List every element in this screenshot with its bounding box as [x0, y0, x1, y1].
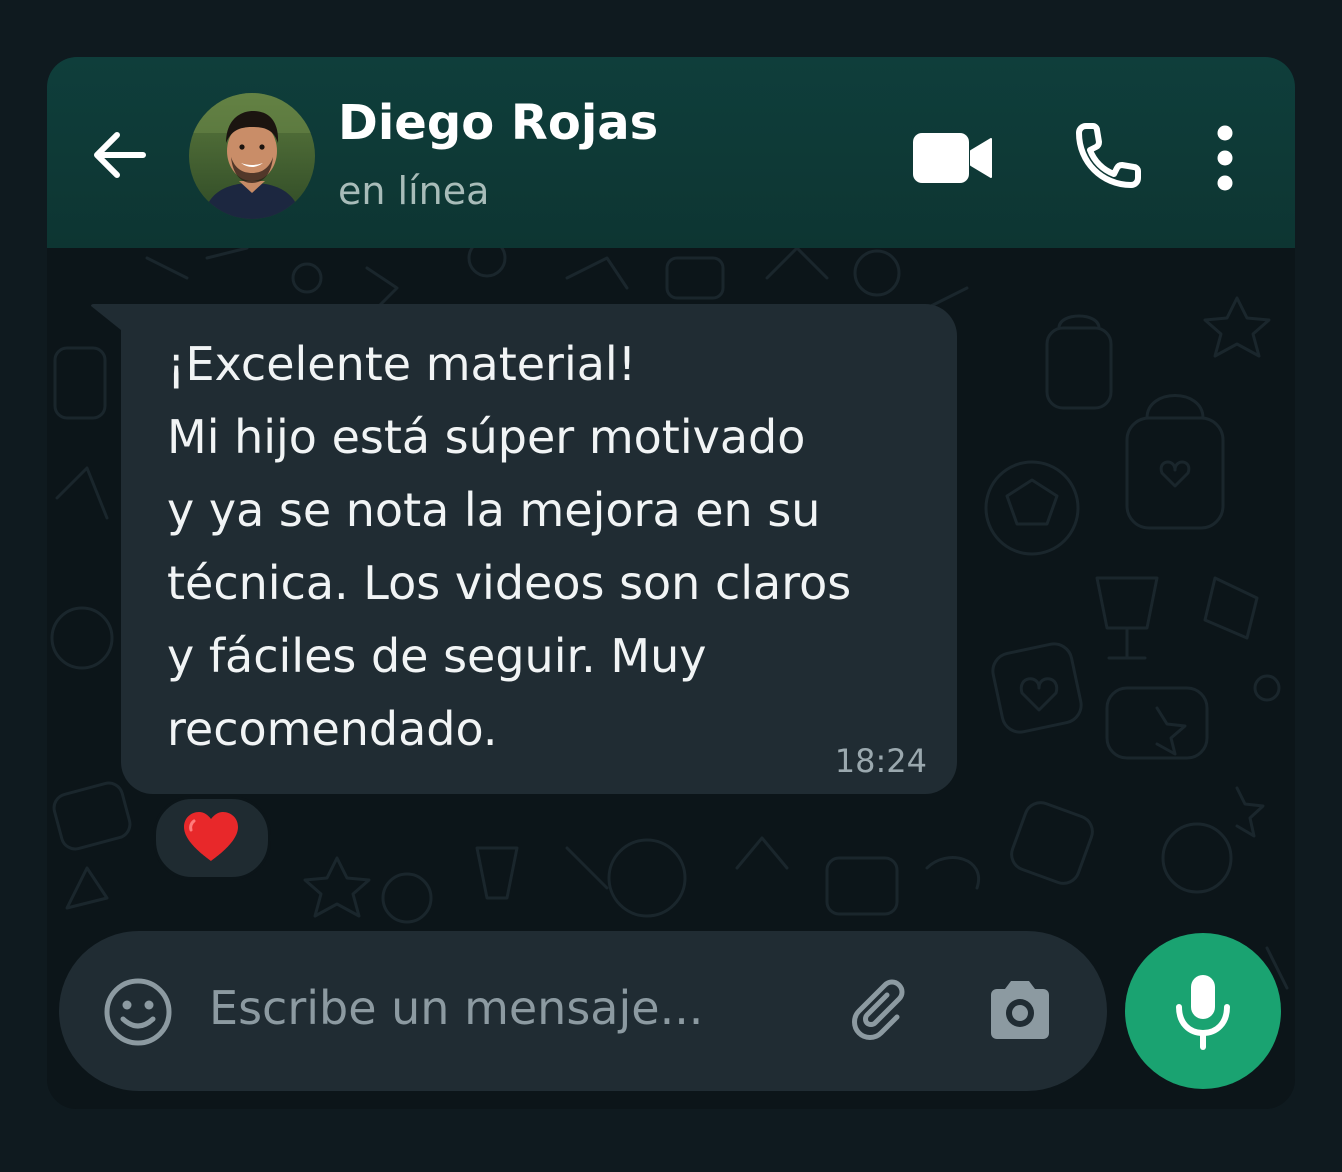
camera-icon[interactable] [985, 977, 1055, 1043]
more-options-icon[interactable] [1207, 123, 1243, 193]
chat-window: Diego Rojas en línea ¡Excelente material… [47, 57, 1295, 1109]
heart-icon [184, 812, 238, 861]
incoming-message-bubble[interactable]: ¡Excelente material! Mi hijo está súper … [121, 304, 957, 794]
emoji-icon[interactable] [103, 977, 173, 1047]
contact-status: en línea [338, 169, 490, 213]
message-reaction[interactable] [153, 796, 271, 880]
avatar[interactable] [189, 93, 315, 219]
video-call-icon[interactable] [913, 131, 993, 185]
avatar-photo [189, 93, 315, 219]
message-time: 18:24 [834, 742, 927, 780]
message-text: ¡Excelente material! Mi hijo está súper … [167, 337, 852, 756]
chat-header: Diego Rojas en línea [47, 57, 1295, 248]
contact-name[interactable]: Diego Rojas [338, 95, 658, 151]
microphone-icon [1176, 975, 1230, 1050]
attach-icon[interactable] [847, 977, 917, 1047]
back-arrow-icon[interactable] [87, 123, 151, 187]
message-input[interactable]: Escribe un mensaje... [209, 981, 703, 1035]
message-composer: Escribe un mensaje... [59, 931, 1107, 1091]
phone-call-icon[interactable] [1071, 123, 1141, 193]
chat-area: ¡Excelente material! Mi hijo está súper … [47, 248, 1295, 1109]
voice-record-button[interactable] [1125, 933, 1281, 1089]
